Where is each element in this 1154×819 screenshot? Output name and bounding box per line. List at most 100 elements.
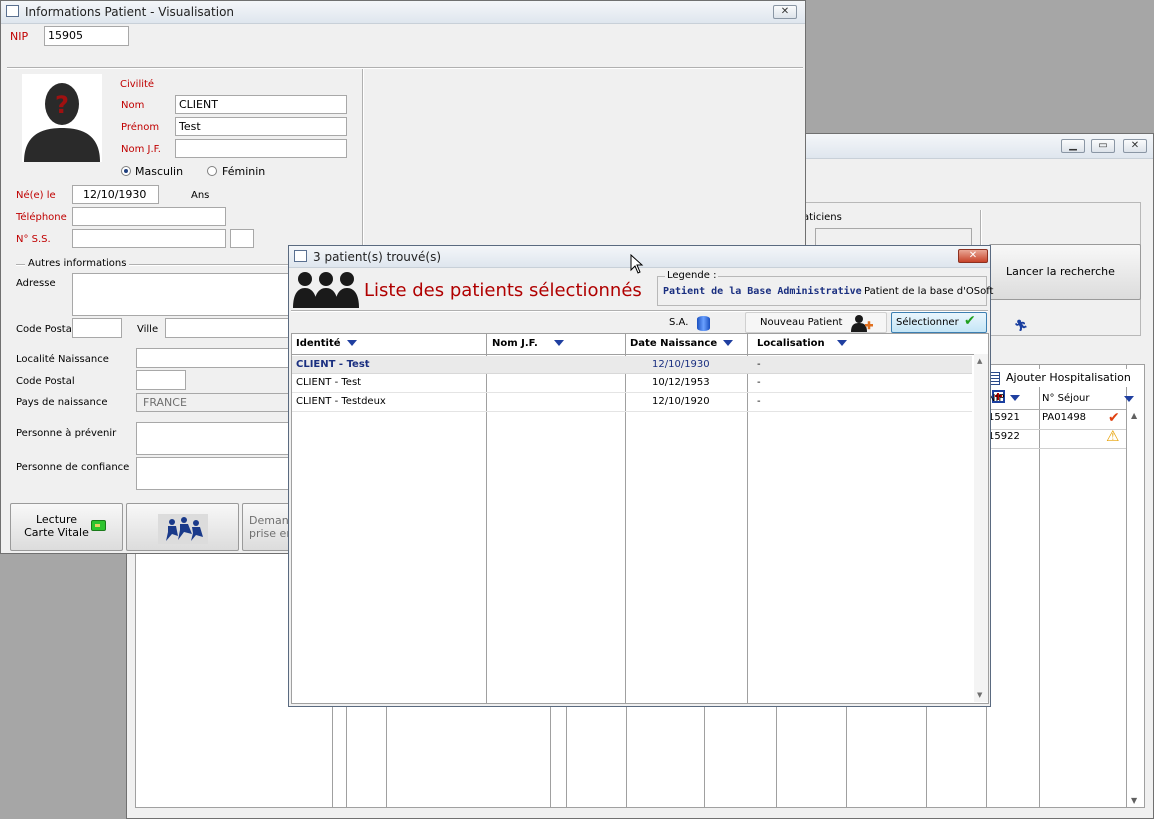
sort-icon [723, 340, 734, 346]
ss-field[interactable] [72, 229, 226, 248]
lecture-label: Lecture [35, 513, 78, 526]
pays-naissance-label: Pays de naissance [16, 397, 108, 408]
personne-prevenir-label: Personne à prévenir [16, 428, 117, 439]
code-postal-naissance-field[interactable] [136, 370, 186, 390]
nomjf-field[interactable] [175, 139, 347, 158]
col-header-sejour[interactable]: N° Séjour [1042, 393, 1134, 404]
scroll-down-icon[interactable]: ▼ [1131, 796, 1137, 805]
telephone-field[interactable] [72, 207, 226, 226]
prenom-field[interactable]: Test [175, 117, 347, 136]
patients-found-dialog: 3 patient(s) trouvé(s) ✕ Liste des patie… [288, 245, 993, 707]
row-date: 12/10/1930 [652, 359, 710, 370]
legende-label: Legende : [665, 270, 719, 281]
feminin-radio[interactable] [207, 166, 217, 176]
ss-key-field[interactable] [230, 229, 254, 248]
localite-naissance-label: Localité Naissance [16, 354, 109, 365]
sa-button[interactable]: S.A. [663, 313, 719, 333]
patient-window-titlebar[interactable]: Informations Patient - Visualisation ✕ [1, 1, 805, 24]
col-header-identite[interactable]: Identité [296, 338, 357, 349]
minimize-button[interactable]: ▁ [1061, 139, 1085, 153]
identito-vigilance-button[interactable] [126, 503, 239, 551]
sa-label: S.A. [669, 317, 689, 328]
lancer-recherche-button[interactable]: Lancer la recherche 🏃︎ [989, 244, 1141, 332]
checkmark-icon: ✔ [964, 313, 976, 329]
ans-label: Ans [191, 190, 210, 201]
svg-text:?: ? [55, 91, 69, 119]
code-postal-field[interactable] [72, 318, 122, 338]
nip-field[interactable]: 15905 [44, 26, 129, 46]
col-header-date-naissance[interactable]: Date Naissance [630, 338, 734, 349]
localite-naissance-field[interactable] [136, 348, 294, 368]
col-header-nip[interactable]: NIP [988, 393, 1021, 404]
selectionner-button[interactable]: Sélectionner ✔ [891, 312, 987, 333]
table-row[interactable]: CLIENT - Testdeux 12/10/1920 - [292, 393, 972, 412]
add-user-icon [851, 315, 873, 332]
lecture-carte-vitale-button[interactable]: Lecture Carte Vitale [10, 503, 123, 551]
pays-naissance-select[interactable]: FRANCE [136, 393, 294, 412]
table-row[interactable]: CLIENT - Test 10/12/1953 - [292, 374, 972, 393]
row-nip: 15921 [988, 412, 1020, 423]
telephone-label: Téléphone [16, 212, 67, 223]
autres-informations-label: Autres informations [25, 258, 130, 269]
col-header-sejour-label: N° Séjour [1042, 393, 1090, 404]
table-row[interactable]: 15922 ⚠ [988, 427, 1128, 449]
sort-icon [346, 340, 357, 346]
sort-icon [836, 340, 847, 346]
nom-label: Nom [121, 100, 145, 111]
nip-label: NIP [10, 30, 29, 43]
col-header-nomjf-label: Nom J.F. [492, 338, 538, 349]
personne-prevenir-field[interactable] [136, 422, 294, 455]
adresse-label: Adresse [16, 278, 56, 289]
database-icon [697, 316, 710, 331]
header-divider [7, 67, 803, 69]
code-postal-naissance-label: Code Postal [16, 376, 75, 387]
window-icon [294, 250, 307, 262]
feminin-label: Féminin [222, 165, 266, 178]
birthdate-field[interactable]: 12/10/1930 [72, 185, 159, 204]
praticiens-label: aticiens [803, 212, 842, 223]
dialog-heading: Liste des patients sélectionnés [364, 280, 642, 301]
grid-row-line [986, 448, 1126, 449]
close-button[interactable]: ✕ [773, 5, 797, 19]
scroll-up-icon[interactable]: ▲ [1131, 411, 1137, 420]
col-header-localisation-label: Localisation [757, 338, 825, 349]
table-row[interactable]: CLIENT - Test 12/10/1930 - [292, 356, 972, 374]
col-header-nomjf[interactable]: Nom J.F. [492, 338, 564, 349]
grid-row-line [986, 429, 1126, 430]
nomjf-label: Nom J.F. [121, 144, 161, 155]
warning-icon: ⚠ [1106, 427, 1120, 445]
ville-label: Ville [137, 324, 159, 335]
personne-confiance-field[interactable] [136, 457, 294, 490]
personne-confiance-label: Personne de confiance [16, 462, 130, 473]
row-nip: 15922 [988, 431, 1020, 442]
row-sejour: PA01498 [1042, 412, 1087, 423]
scroll-down-icon[interactable]: ▼ [977, 691, 982, 699]
unknown-person-icon: ? [24, 83, 100, 162]
row-localisation: - [757, 396, 761, 407]
patient-photo: ? [22, 74, 102, 162]
prenom-label: Prénom [121, 122, 160, 133]
window-icon [6, 5, 19, 17]
ajouter-hospitalisation-label: Ajouter Hospitalisation [1006, 371, 1131, 384]
maximize-button[interactable]: ▭ [1091, 139, 1115, 153]
lancer-recherche-label: Lancer la recherche [1006, 265, 1115, 278]
masculin-radio[interactable] [121, 166, 131, 176]
sort-icon [1010, 395, 1021, 401]
ville-field[interactable] [165, 318, 294, 338]
patients-group-icon [293, 272, 359, 308]
nouveau-patient-button[interactable]: Nouveau Patient [745, 312, 887, 333]
nouveau-patient-label: Nouveau Patient [760, 317, 843, 328]
close-button[interactable]: ✕ [958, 249, 988, 263]
nom-field[interactable]: CLIENT [175, 95, 347, 114]
adresse-field[interactable] [72, 273, 294, 316]
vertical-scrollbar[interactable]: ▲ ▼ [1128, 409, 1144, 807]
scroll-up-icon[interactable]: ▲ [977, 357, 982, 365]
vertical-scrollbar[interactable]: ▲ ▼ [974, 354, 988, 702]
selectionner-label: Sélectionner [896, 317, 959, 328]
dialog-title: 3 patient(s) trouvé(s) [313, 250, 442, 264]
close-button[interactable]: ✕ [1123, 139, 1147, 153]
col-header-localisation[interactable]: Localisation [757, 338, 847, 349]
row-date: 10/12/1953 [652, 377, 710, 388]
ajouter-hospitalisation-button[interactable]: Ajouter Hospitalisation [988, 369, 1136, 403]
col-header-date-label: Date Naissance [630, 338, 718, 349]
